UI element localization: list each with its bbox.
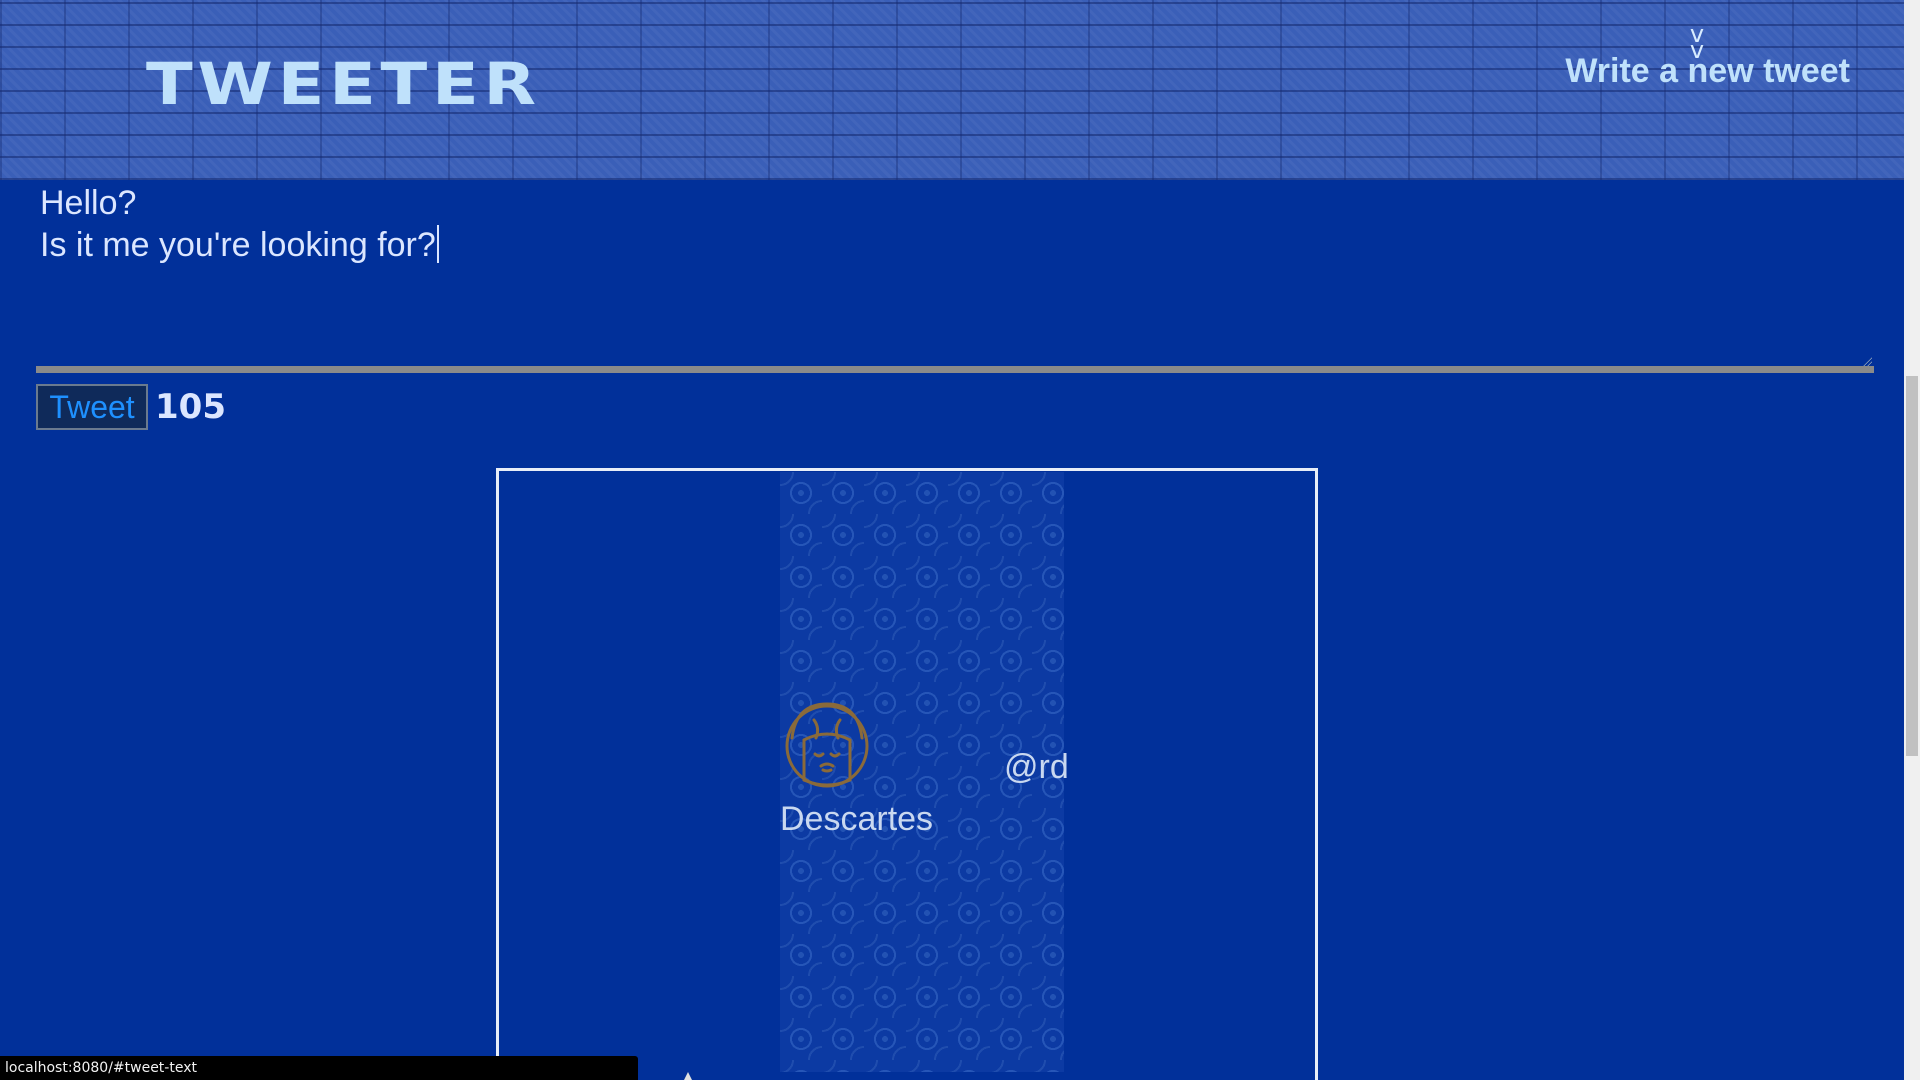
tweet-text-value: Hello? Is it me you're looking for? <box>40 184 436 264</box>
tweet-submit-button[interactable]: Tweet <box>36 384 148 430</box>
tweet-text-input[interactable]: Hello? Is it me you're looking for? <box>36 180 1874 366</box>
textarea-underline <box>36 366 1874 373</box>
site-header: TWEETER v v Write a new tweet <box>0 0 1904 180</box>
page: TWEETER v v Write a new tweet Hello? Is … <box>0 0 1904 1080</box>
character-counter: 105 <box>155 387 226 427</box>
text-caret <box>436 225 439 263</box>
site-logo[interactable]: TWEETER <box>146 50 541 118</box>
tweet-handle: @rd <box>1004 748 1069 786</box>
resize-grip-icon[interactable] <box>1862 356 1872 366</box>
mouse-cursor-icon <box>684 1072 692 1080</box>
user-avatar-icon <box>782 698 872 798</box>
write-new-tweet-link[interactable]: Write a new tweet <box>1565 52 1850 91</box>
tweet-display-name: Descartes <box>780 800 934 838</box>
scrollbar-thumb[interactable] <box>1906 376 1918 756</box>
status-bar-url: localhost:8080/#tweet-text <box>0 1056 638 1080</box>
